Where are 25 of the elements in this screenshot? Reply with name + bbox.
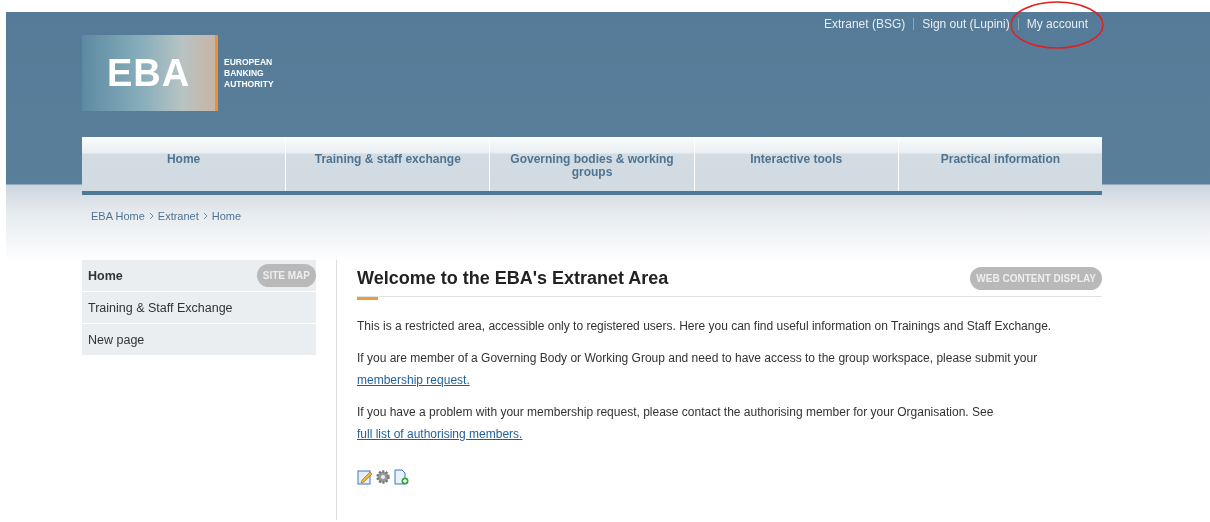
breadcrumb-link[interactable]: Home <box>211 210 242 222</box>
sidebar-item[interactable]: Training & Staff Exchange <box>82 292 316 323</box>
page-title: Welcome to the EBA's Extranet Area <box>357 267 669 289</box>
edit-icon[interactable] <box>357 469 373 485</box>
text-link[interactable]: full list of authorising members. <box>357 427 523 441</box>
logo-mark: EBA <box>106 51 191 95</box>
paragraph: If you are member of a Governing Body or Working Group and need to have access to the group workspace, please submit your membership request. <box>357 350 1039 389</box>
nav-tab[interactable]: Training & staff exchange <box>286 137 490 191</box>
header-link[interactable]: Sign out (Lupini) <box>914 17 1018 31</box>
nav-tab[interactable]: Home <box>82 137 286 191</box>
nav-tab[interactable]: Practical information <box>898 137 1102 191</box>
chevron-icon <box>202 212 208 220</box>
paragraph: This is a restricted area, accessible only to registered users. Here you can find useful information on Trainings and Staff Exchange. <box>357 318 1053 335</box>
logo-name: EUROPEAN BANKING AUTHORITY <box>224 56 274 90</box>
header-link[interactable]: Extranet (BSG) <box>815 17 914 31</box>
text-link[interactable]: membership request. <box>357 373 470 387</box>
breadcrumb-link[interactable]: EBA Home <box>91 210 145 222</box>
chevron-icon <box>148 212 154 220</box>
paragraph: If you have a problem with your membership request, please contact the authorising member for your Organisation. See full list of authorising members. <box>357 404 995 443</box>
nav-tab[interactable]: Governing bodies & working groups <box>490 137 694 191</box>
sidebar-item[interactable]: New page <box>82 324 316 355</box>
breadcrumb-link[interactable]: Extranet <box>157 210 199 222</box>
gear-icon[interactable] <box>375 469 391 485</box>
nav-tab[interactable]: Interactive tools <box>694 137 898 191</box>
add-page-icon[interactable] <box>393 469 409 485</box>
